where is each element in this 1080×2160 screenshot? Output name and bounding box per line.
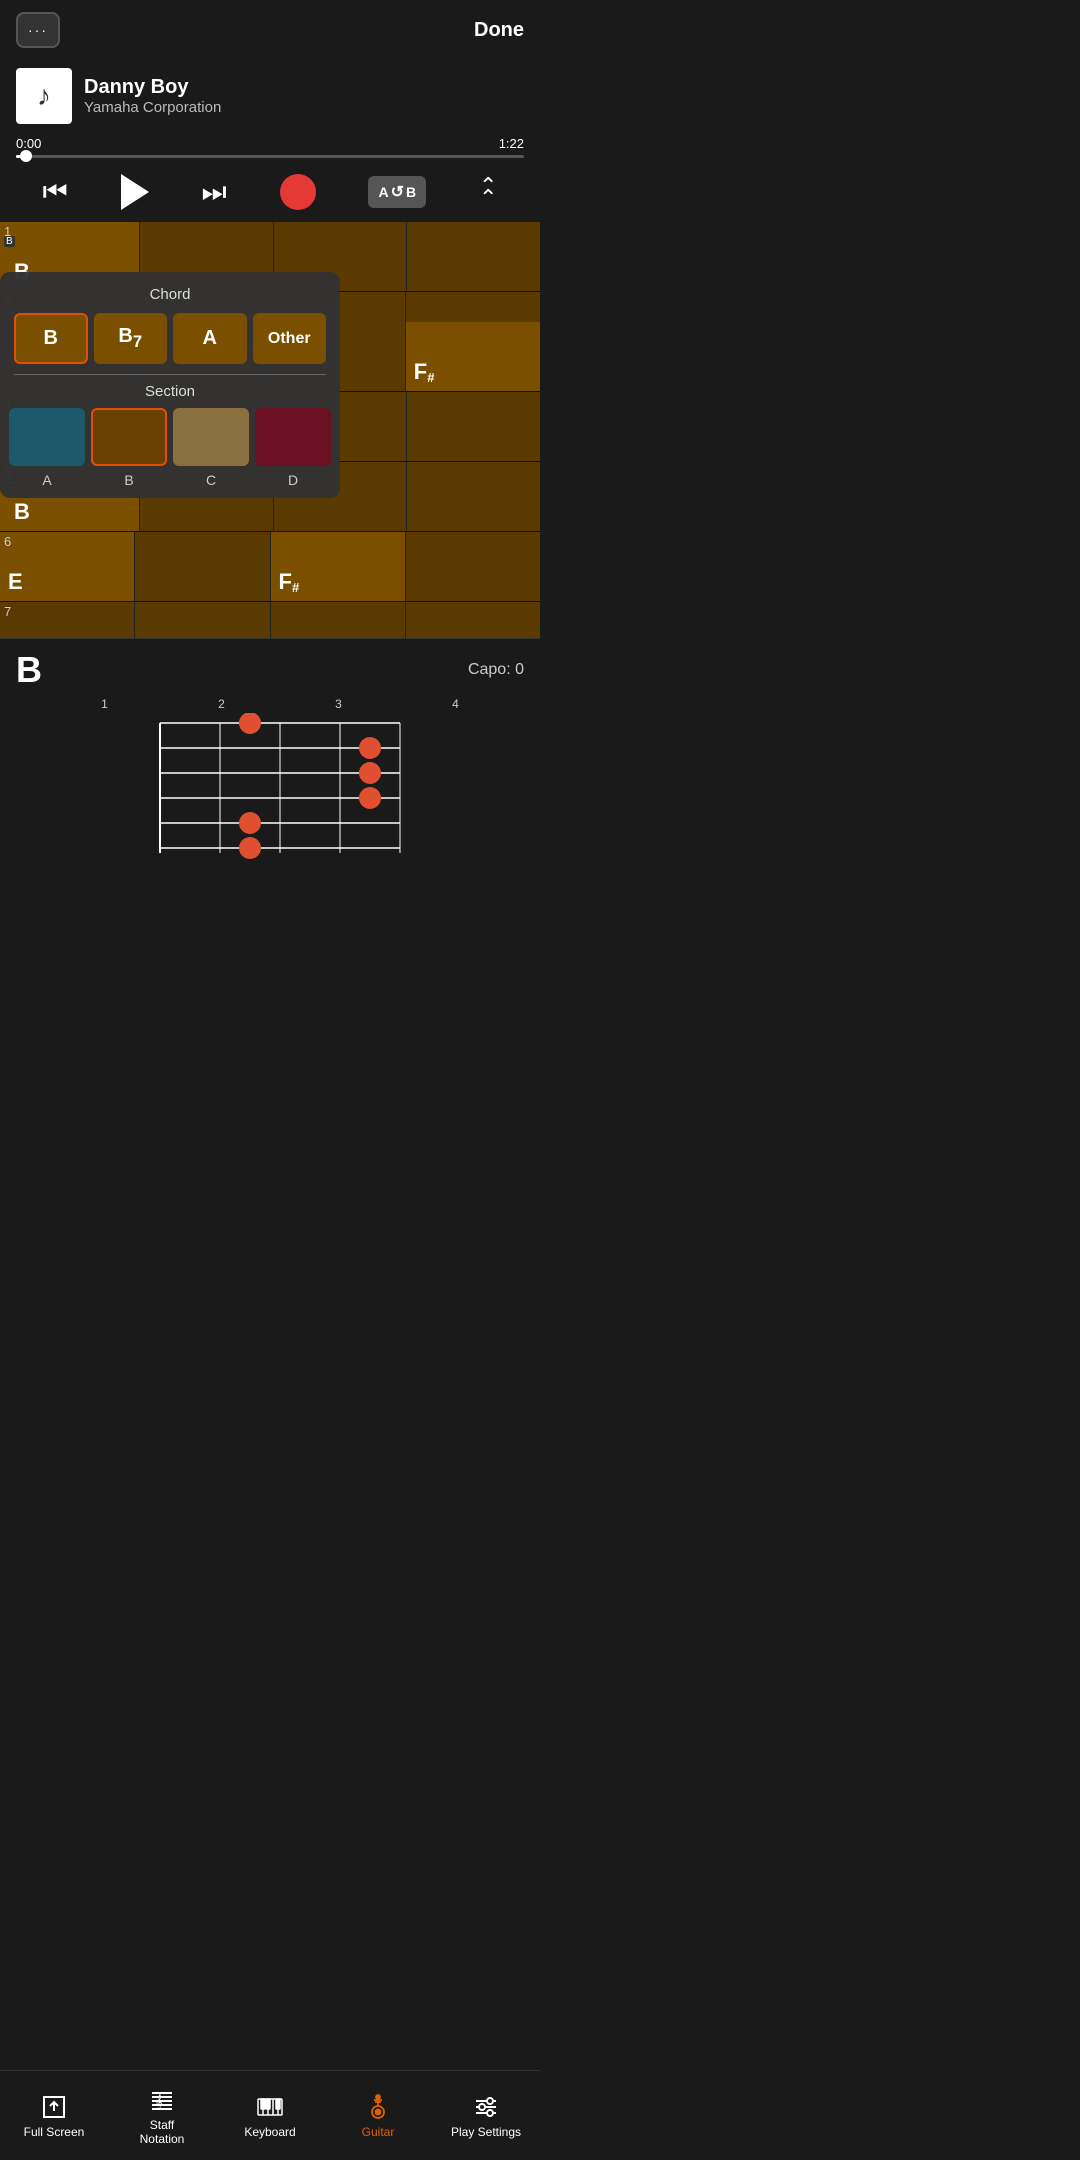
beat-cell-7-4[interactable]	[406, 602, 540, 638]
play-settings-icon	[472, 2093, 500, 2121]
progress-bar-container[interactable]: 0:00 1:22	[0, 132, 540, 166]
beat-cell-1-4[interactable]	[407, 222, 540, 291]
guitar-chord-svg	[120, 713, 420, 873]
chord-option-other[interactable]: Other	[253, 313, 327, 364]
measure-number-6: 6	[4, 534, 11, 549]
current-time: 0:00	[16, 136, 41, 151]
section-name-D: D	[255, 472, 331, 488]
guitar-chord-name: B	[16, 649, 42, 691]
beat-cell-6-1[interactable]: E	[0, 532, 135, 601]
fret-3: 3	[335, 697, 342, 711]
nav-item-guitar[interactable]: Guitar	[324, 2071, 432, 2160]
guitar-header: B Capo: 0	[16, 649, 524, 691]
a-label: A	[378, 184, 388, 200]
section-swatches	[9, 408, 331, 466]
section-swatch-C[interactable]	[173, 408, 249, 466]
guitar-diagram-wrap	[16, 713, 524, 873]
guitar-area: B Capo: 0 1 2 3 4	[0, 638, 540, 889]
fullscreen-icon	[40, 2093, 68, 2121]
record-button[interactable]	[280, 174, 316, 210]
menu-dots-icon: ···	[28, 22, 48, 38]
progress-times: 0:00 1:22	[16, 136, 524, 151]
track-info: Danny Boy Yamaha Corporation	[84, 76, 524, 116]
section-popup-title: Section	[145, 383, 195, 400]
play-icon	[121, 174, 149, 210]
section-swatch-A[interactable]	[9, 408, 85, 466]
beat-cell-6-4[interactable]	[406, 532, 540, 601]
beat-cell-4-4[interactable]	[407, 392, 540, 461]
measure-number-7: 7	[4, 604, 11, 619]
keyboard-icon	[256, 2093, 284, 2121]
refresh-icon: ↺	[391, 182, 404, 202]
section-names: A B C D	[9, 472, 331, 488]
album-art: ♪	[16, 68, 72, 124]
nav-item-staff[interactable]: 𝄞 StaffNotation	[108, 2071, 216, 2160]
track-title: Danny Boy	[84, 76, 524, 99]
section-swatch-B[interactable]	[91, 408, 167, 466]
measure-row-7: 7	[0, 602, 540, 638]
section-name-A: A	[9, 472, 85, 488]
chord-popup: Chord B B7 A Other Section A B	[0, 272, 340, 498]
done-button[interactable]: Done	[474, 19, 524, 42]
fret-1: 1	[101, 697, 108, 711]
section-swatch-D[interactable]	[255, 408, 331, 466]
fret-numbers: 1 2 3 4	[16, 697, 524, 711]
nav-label-staff: StaffNotation	[140, 2118, 185, 2146]
beat-cell-7-3[interactable]	[271, 602, 406, 638]
scroll-up-button[interactable]: ⌃ ⌃	[479, 175, 497, 209]
nav-label-keyboard: Keyboard	[244, 2125, 295, 2139]
chord-corner-1: B	[4, 236, 15, 247]
now-playing-bar: ♪ Danny Boy Yamaha Corporation	[0, 60, 540, 132]
beat-cell-7-1[interactable]	[0, 602, 135, 638]
section-options: Section A B C D	[14, 383, 326, 488]
bottom-nav: Full Screen 𝄞 StaffNotation Keyboard	[0, 2070, 540, 2160]
capo-label: Capo: 0	[468, 661, 524, 679]
chord-popup-title: Chord	[14, 286, 326, 303]
beat-cell-6-2[interactable]	[135, 532, 270, 601]
chord-option-B[interactable]: B	[14, 313, 88, 364]
nav-label-guitar: Guitar	[362, 2125, 395, 2139]
chord-grid-area: 1 B B Chord B B7 A Other Section	[0, 222, 540, 638]
b-label: B	[406, 184, 416, 200]
nav-item-keyboard[interactable]: Keyboard	[216, 2071, 324, 2160]
guitar-icon	[364, 2093, 392, 2121]
menu-button[interactable]: ···	[16, 12, 60, 48]
progress-track[interactable]	[16, 155, 524, 158]
nav-label-play-settings: Play Settings	[451, 2125, 521, 2139]
fast-forward-icon: ⏭	[201, 176, 226, 209]
chord-option-B7[interactable]: B7	[94, 313, 168, 364]
fret-2: 2	[218, 697, 225, 711]
progress-thumb	[20, 150, 32, 162]
svg-text:𝄞: 𝄞	[155, 2094, 163, 2110]
rewind-button[interactable]: ⏮	[42, 176, 67, 209]
measure-row-1: 1 B B Chord B B7 A Other Section	[0, 222, 540, 292]
chord-options: B B7 A Other	[14, 313, 326, 364]
nav-item-play-settings[interactable]: Play Settings	[432, 2071, 540, 2160]
beat-cell-3-4[interactable]: F#	[406, 322, 540, 391]
beat-cell-5-4[interactable]	[407, 462, 540, 531]
staff-notation-icon: 𝄞	[148, 2086, 176, 2114]
popup-divider	[14, 374, 326, 375]
nav-label-fullscreen: Full Screen	[24, 2125, 85, 2139]
fast-forward-button[interactable]: ⏭	[201, 176, 226, 209]
beat-cell-6-3[interactable]: F#	[271, 532, 406, 601]
section-name-C: C	[173, 472, 249, 488]
rewind-icon: ⏮	[42, 176, 67, 209]
nav-item-fullscreen[interactable]: Full Screen	[0, 2071, 108, 2160]
total-time: 1:22	[499, 136, 524, 151]
chord-option-A[interactable]: A	[173, 313, 247, 364]
music-note-icon: ♪	[37, 80, 51, 112]
ab-loop-button[interactable]: A ↺ B	[368, 176, 426, 208]
header: ··· Done	[0, 0, 540, 60]
beat-cell-7-2[interactable]	[135, 602, 270, 638]
beat-cell-2-4[interactable]	[406, 292, 540, 322]
track-artist: Yamaha Corporation	[84, 99, 524, 116]
section-name-B: B	[91, 472, 167, 488]
transport-controls: ⏮ ⏭ A ↺ B ⌃ ⌃	[0, 166, 540, 222]
chevron-up-icon-2: ⌃	[479, 187, 497, 209]
measure-row-6: 6 E F#	[0, 532, 540, 602]
play-button[interactable]	[121, 174, 149, 210]
fret-4: 4	[452, 697, 459, 711]
